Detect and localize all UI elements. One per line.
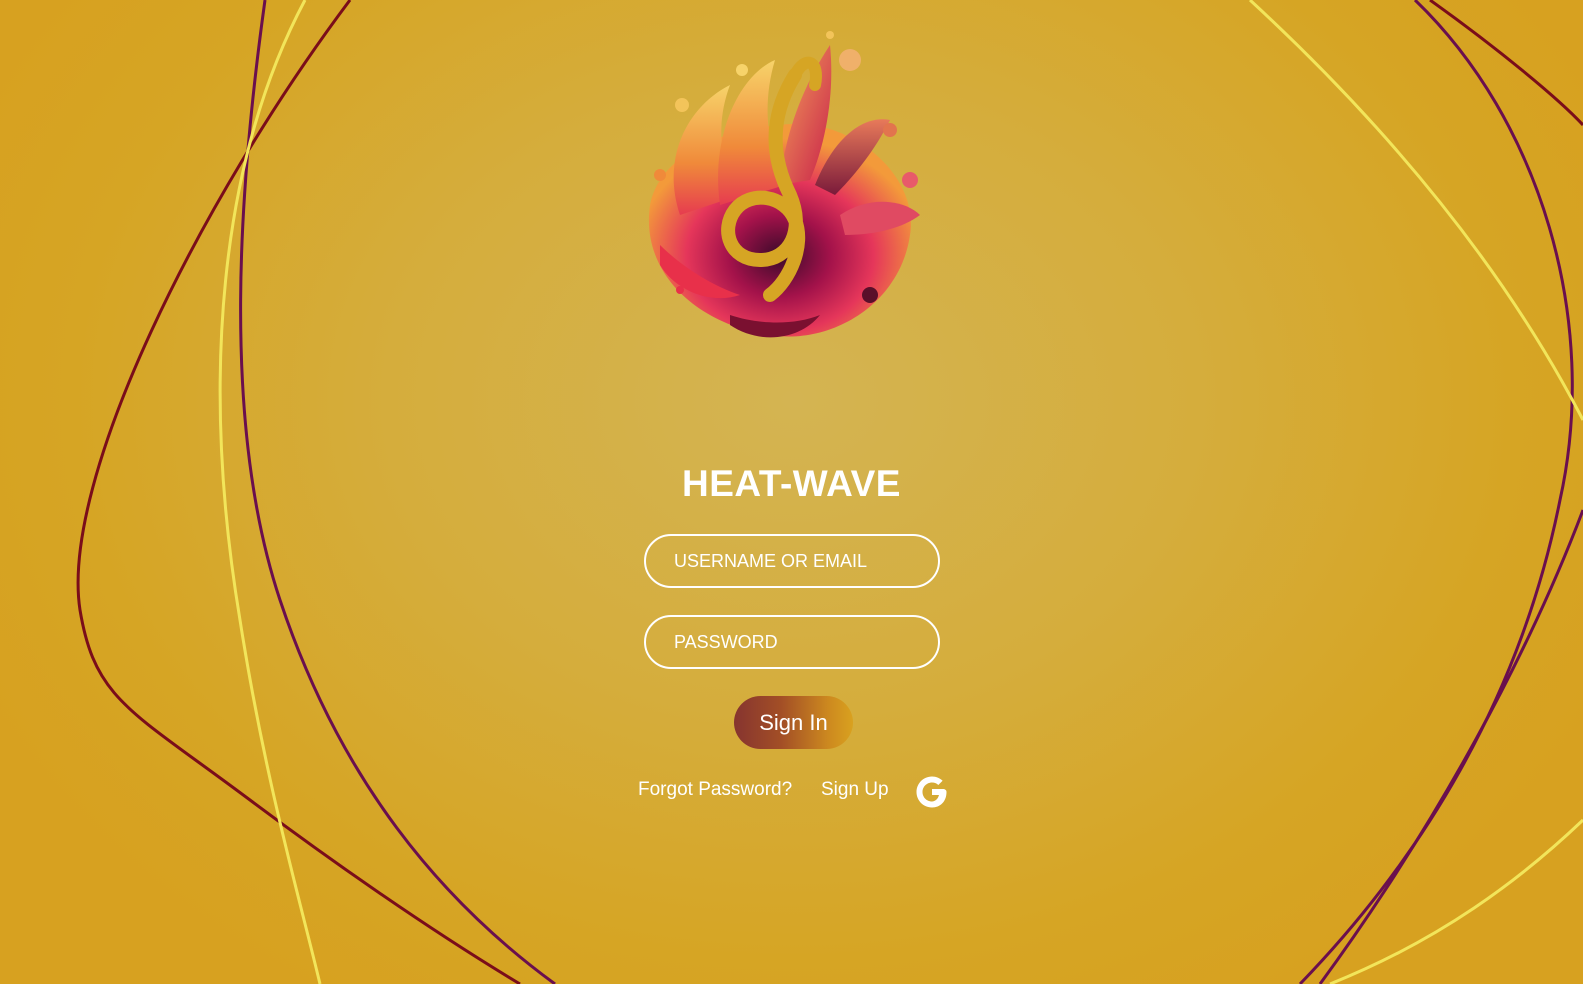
purple-curve-right-2	[1318, 509, 1583, 984]
maroon-curve-right	[1429, 0, 1583, 127]
forgot-password-link[interactable]: Forgot Password?	[638, 779, 792, 801]
app-title: HEAT-WAVE	[682, 463, 901, 504]
google-icon[interactable]	[914, 774, 950, 810]
flame-treble-clef-logo	[648, 31, 920, 338]
yellow-curve-bottom-right	[1329, 818, 1583, 984]
username-input[interactable]	[644, 534, 940, 588]
sign-in-button[interactable]: Sign In	[734, 696, 853, 749]
yellow-curve-right	[1248, 0, 1583, 421]
sign-up-link[interactable]: Sign Up	[821, 779, 889, 801]
password-input[interactable]	[644, 615, 940, 669]
